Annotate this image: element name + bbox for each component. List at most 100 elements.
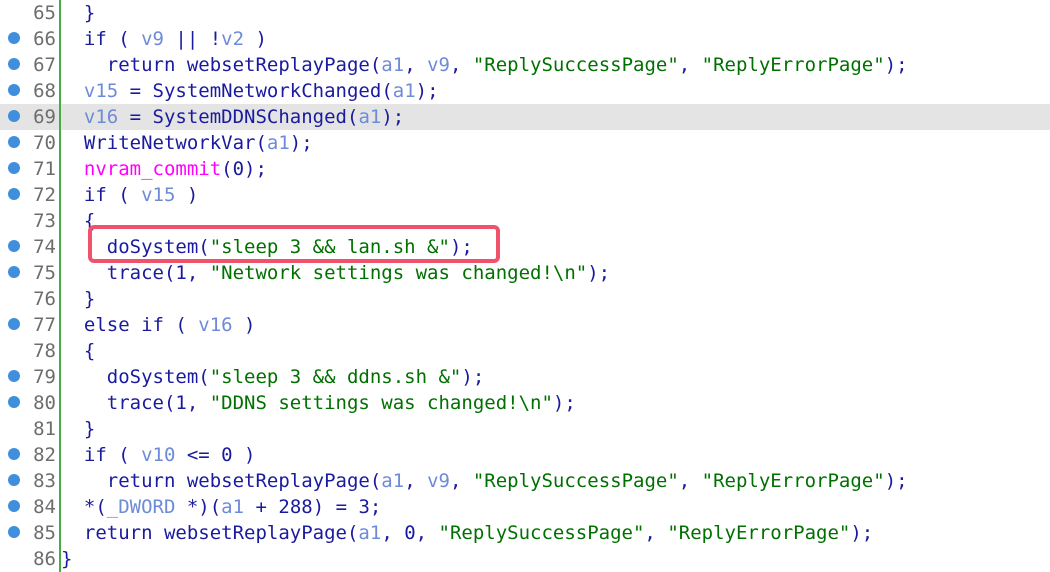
code-token: "sleep 3 && ddns.sh &" (209, 366, 462, 388)
code-token: v16 (83, 106, 119, 128)
code-token: , (678, 54, 702, 76)
code-token: } (61, 2, 96, 24)
code-token: ); (289, 132, 313, 154)
code-line[interactable]: 75 trace(1, "Network settings was change… (0, 260, 1050, 286)
code-token: if ( (61, 184, 142, 206)
line-number: 83 (33, 470, 56, 492)
code-text: } (61, 0, 95, 26)
code-text: else if ( v16 ) (61, 312, 256, 338)
code-token: return websetReplayPage( (61, 470, 382, 492)
code-token: "DDNS settings was changed!\n" (209, 392, 553, 414)
code-line[interactable]: 85 return websetReplayPage(a1, 0, "Reply… (0, 520, 1050, 546)
code-token: a1 (381, 54, 405, 76)
code-token: = SystemNetworkChanged( (118, 80, 393, 102)
code-text: return websetReplayPage(a1, 0, "ReplySuc… (61, 520, 873, 546)
code-token: ); (415, 80, 439, 102)
code-token: ) (244, 28, 267, 50)
code-token: if ( (61, 28, 142, 50)
code-token: v10 (141, 444, 176, 466)
code-token: } (61, 288, 96, 310)
code-token: + 288) = 3; (244, 496, 382, 518)
code-token: , (678, 470, 702, 492)
line-number: 82 (33, 444, 56, 466)
code-token: { (61, 340, 96, 362)
code-text: { (61, 338, 95, 364)
code-line[interactable]: 76 } (0, 286, 1050, 312)
code-line[interactable]: 83 return websetReplayPage(a1, v9, "Repl… (0, 468, 1050, 494)
code-line[interactable]: 86} (0, 546, 1050, 572)
code-token: a1 (358, 522, 382, 544)
code-token: a1 (358, 106, 382, 128)
line-number: 78 (33, 340, 56, 362)
code-line[interactable]: 81 } (0, 416, 1050, 442)
code-text: doSystem("sleep 3 && ddns.sh &"); (61, 364, 485, 390)
line-number: 65 (33, 2, 56, 24)
line-number: 75 (33, 262, 56, 284)
code-text: trace(1, "Network settings was changed!\… (61, 260, 610, 286)
code-token: v15 (141, 184, 176, 206)
code-token: WriteNetworkVar( (61, 132, 267, 154)
code-token: ); (381, 106, 405, 128)
code-text: if ( v9 || !v2 ) (61, 26, 267, 52)
code-token: v9 (427, 470, 450, 492)
code-line[interactable]: 77 else if ( v16 ) (0, 312, 1050, 338)
code-token: *)( (175, 496, 222, 518)
line-number: 76 (33, 288, 56, 310)
code-token: ); (850, 522, 874, 544)
code-token: *( (61, 496, 107, 518)
code-line[interactable]: 71 nvram_commit(0); (0, 156, 1050, 182)
code-text: return websetReplayPage(a1, v9, "ReplySu… (61, 52, 908, 78)
code-line[interactable]: 84 *(_DWORD *)(a1 + 288) = 3; (0, 494, 1050, 520)
code-token: return websetReplayPage( (61, 54, 382, 76)
code-text: v16 = SystemDDNSChanged(a1); (61, 104, 404, 130)
code-token: a1 (266, 132, 290, 154)
code-token: a1 (392, 80, 416, 102)
code-line[interactable]: 72 if ( v15 ) (0, 182, 1050, 208)
code-token: ); (461, 366, 485, 388)
code-token: , (644, 522, 668, 544)
code-line[interactable]: 70 WriteNetworkVar(a1); (0, 130, 1050, 156)
code-token: nvram_commit (83, 158, 222, 180)
code-token: = SystemDDNSChanged( (118, 106, 359, 128)
gutter-separator (59, 0, 61, 572)
line-number: 84 (33, 496, 56, 518)
code-line[interactable]: 82 if ( v10 <= 0 ) (0, 442, 1050, 468)
code-line[interactable]: 79 doSystem("sleep 3 && ddns.sh &"); (0, 364, 1050, 390)
code-token: , (404, 470, 428, 492)
code-text: return websetReplayPage(a1, v9, "ReplySu… (61, 468, 908, 494)
highlight-annotation-box (88, 225, 500, 263)
code-token: } (61, 548, 73, 570)
line-number: 72 (33, 184, 56, 206)
code-token: v9 (141, 28, 164, 50)
line-number: 80 (33, 392, 56, 414)
code-token: v15 (83, 80, 119, 102)
code-token: if ( (61, 444, 142, 466)
line-number: 77 (33, 314, 56, 336)
code-token: ); (552, 392, 576, 414)
code-line[interactable]: 69 v16 = SystemDDNSChanged(a1); (0, 104, 1050, 130)
code-token: a1 (381, 470, 405, 492)
code-token: v16 (198, 314, 233, 336)
code-line[interactable]: 65 } (0, 0, 1050, 26)
code-token: "ReplyErrorPage" (701, 54, 885, 76)
code-line[interactable]: 66 if ( v9 || !v2 ) (0, 26, 1050, 52)
code-token: trace(1, (61, 262, 210, 284)
code-token: "ReplySuccessPage" (438, 522, 645, 544)
code-text: WriteNetworkVar(a1); (61, 130, 313, 156)
code-text: v15 = SystemNetworkChanged(a1); (61, 78, 439, 104)
line-number: 85 (33, 522, 56, 544)
code-line[interactable]: 67 return websetReplayPage(a1, v9, "Repl… (0, 52, 1050, 78)
code-line[interactable]: 78 { (0, 338, 1050, 364)
code-token: a1 (221, 496, 245, 518)
code-token: v9 (427, 54, 450, 76)
pseudocode-editor[interactable]: 65 } 66 if ( v9 || !v2 ) 67 return websetR… (0, 0, 1050, 572)
line-number: 67 (33, 54, 56, 76)
code-line[interactable]: 80 trace(1, "DDNS settings was changed!\… (0, 390, 1050, 416)
code-text: if ( v15 ) (61, 182, 198, 208)
line-number: 73 (33, 210, 56, 232)
code-token: return websetReplayPage( (61, 522, 359, 544)
code-token: (0); (221, 158, 267, 180)
code-line[interactable]: 68 v15 = SystemNetworkChanged(a1); (0, 78, 1050, 104)
